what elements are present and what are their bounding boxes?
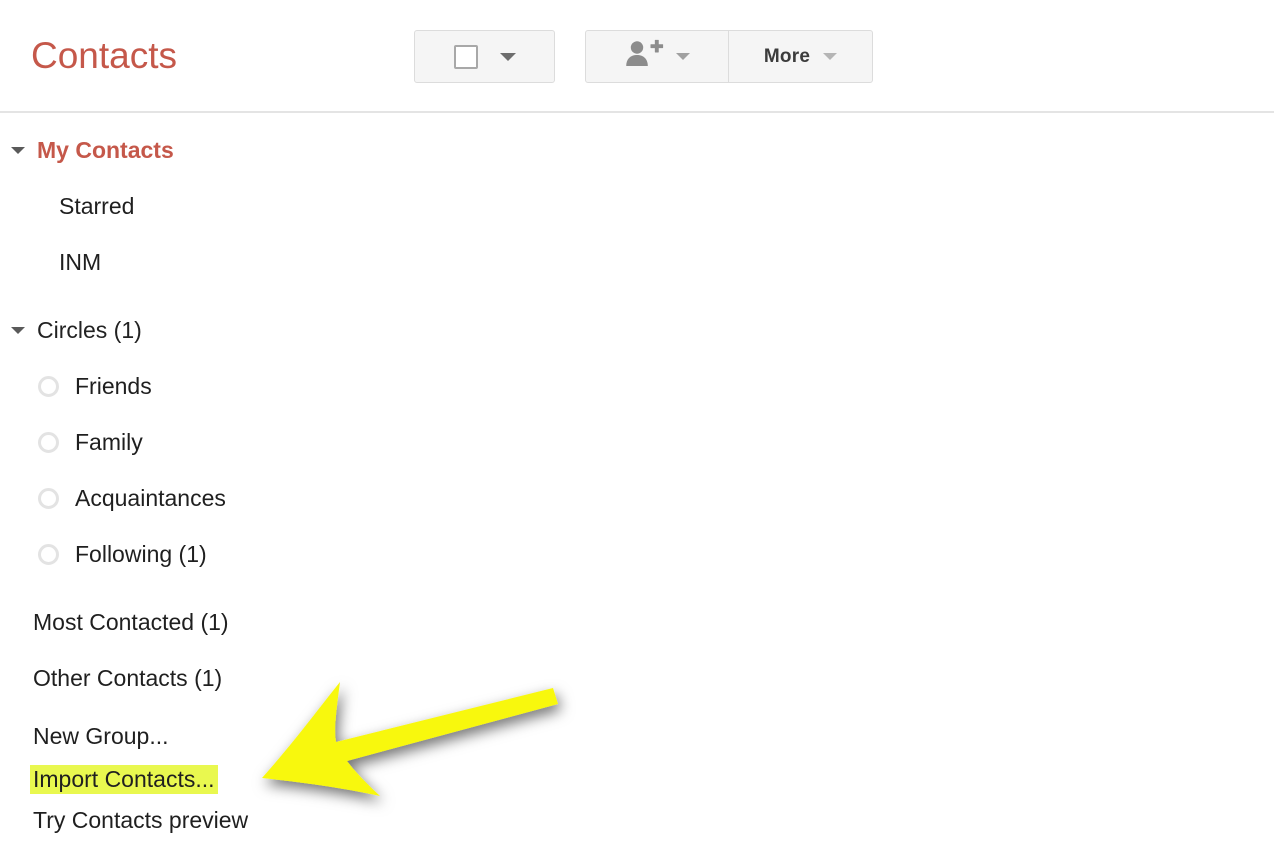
disclosure-triangle-down-icon[interactable]	[11, 147, 25, 154]
sidebar-item-label: Friends	[75, 373, 152, 399]
chevron-down-icon	[676, 53, 690, 60]
select-all-checkbox-icon[interactable]	[453, 44, 478, 69]
sidebar-item-most-contacted[interactable]: Most Contacted (1)	[33, 609, 229, 636]
app-header: Contacts More	[0, 0, 1274, 113]
sidebar-item-friends[interactable]: Friends	[38, 373, 152, 400]
sidebar-item-label: Most Contacted (1)	[33, 609, 229, 635]
toolbar: More	[414, 30, 873, 83]
more-dropdown-button[interactable]: More	[729, 31, 872, 82]
annotation-arrow	[248, 668, 578, 818]
sidebar-item-starred[interactable]: Starred	[59, 193, 134, 220]
sidebar-action-new-group[interactable]: New Group...	[33, 723, 169, 750]
sidebar-group-circles[interactable]: Circles (1)	[11, 317, 142, 344]
sidebar-action-try-contacts-preview[interactable]: Try Contacts preview	[33, 807, 248, 834]
sidebar-item-following[interactable]: Following (1)	[38, 541, 207, 568]
sidebar-item-other-contacts[interactable]: Other Contacts (1)	[33, 665, 222, 692]
person-add-icon	[624, 39, 664, 74]
sidebar-item-acquaintances[interactable]: Acquaintances	[38, 485, 226, 512]
sidebar-item-label: Try Contacts preview	[33, 807, 249, 833]
circle-ring-icon	[38, 488, 59, 509]
sidebar-item-label: New Group...	[33, 723, 169, 749]
chevron-down-icon	[499, 52, 516, 61]
disclosure-triangle-down-icon[interactable]	[11, 327, 25, 334]
sidebar-group-label: Circles (1)	[37, 317, 142, 343]
sidebar-group-my-contacts[interactable]: My Contacts	[11, 137, 174, 164]
sidebar-item-label: Family	[75, 429, 143, 455]
sidebar-item-family[interactable]: Family	[38, 429, 143, 456]
sidebar-item-label: Acquaintances	[75, 485, 226, 511]
add-contact-dropdown-button[interactable]	[586, 31, 729, 82]
sidebar-item-label: Following (1)	[75, 541, 207, 567]
select-all-dropdown-button[interactable]	[414, 30, 555, 83]
sidebar-action-import-contacts[interactable]: Import Contacts...	[30, 765, 218, 794]
sidebar-item-label: Starred	[59, 193, 135, 219]
sidebar-item-label: Import Contacts...	[30, 765, 218, 794]
sidebar-item-inm[interactable]: INM	[59, 249, 101, 276]
sidebar-group-label: My Contacts	[37, 137, 174, 163]
circle-ring-icon	[38, 376, 59, 397]
more-button-label: More	[763, 45, 811, 67]
sidebar-item-label: INM	[59, 249, 102, 275]
toolbar-button-group: More	[585, 30, 873, 83]
chevron-down-icon	[823, 53, 838, 60]
circle-ring-icon	[38, 432, 59, 453]
circle-ring-icon	[38, 544, 59, 565]
sidebar-item-label: Other Contacts (1)	[33, 665, 223, 691]
page-title: Contacts	[31, 35, 178, 76]
